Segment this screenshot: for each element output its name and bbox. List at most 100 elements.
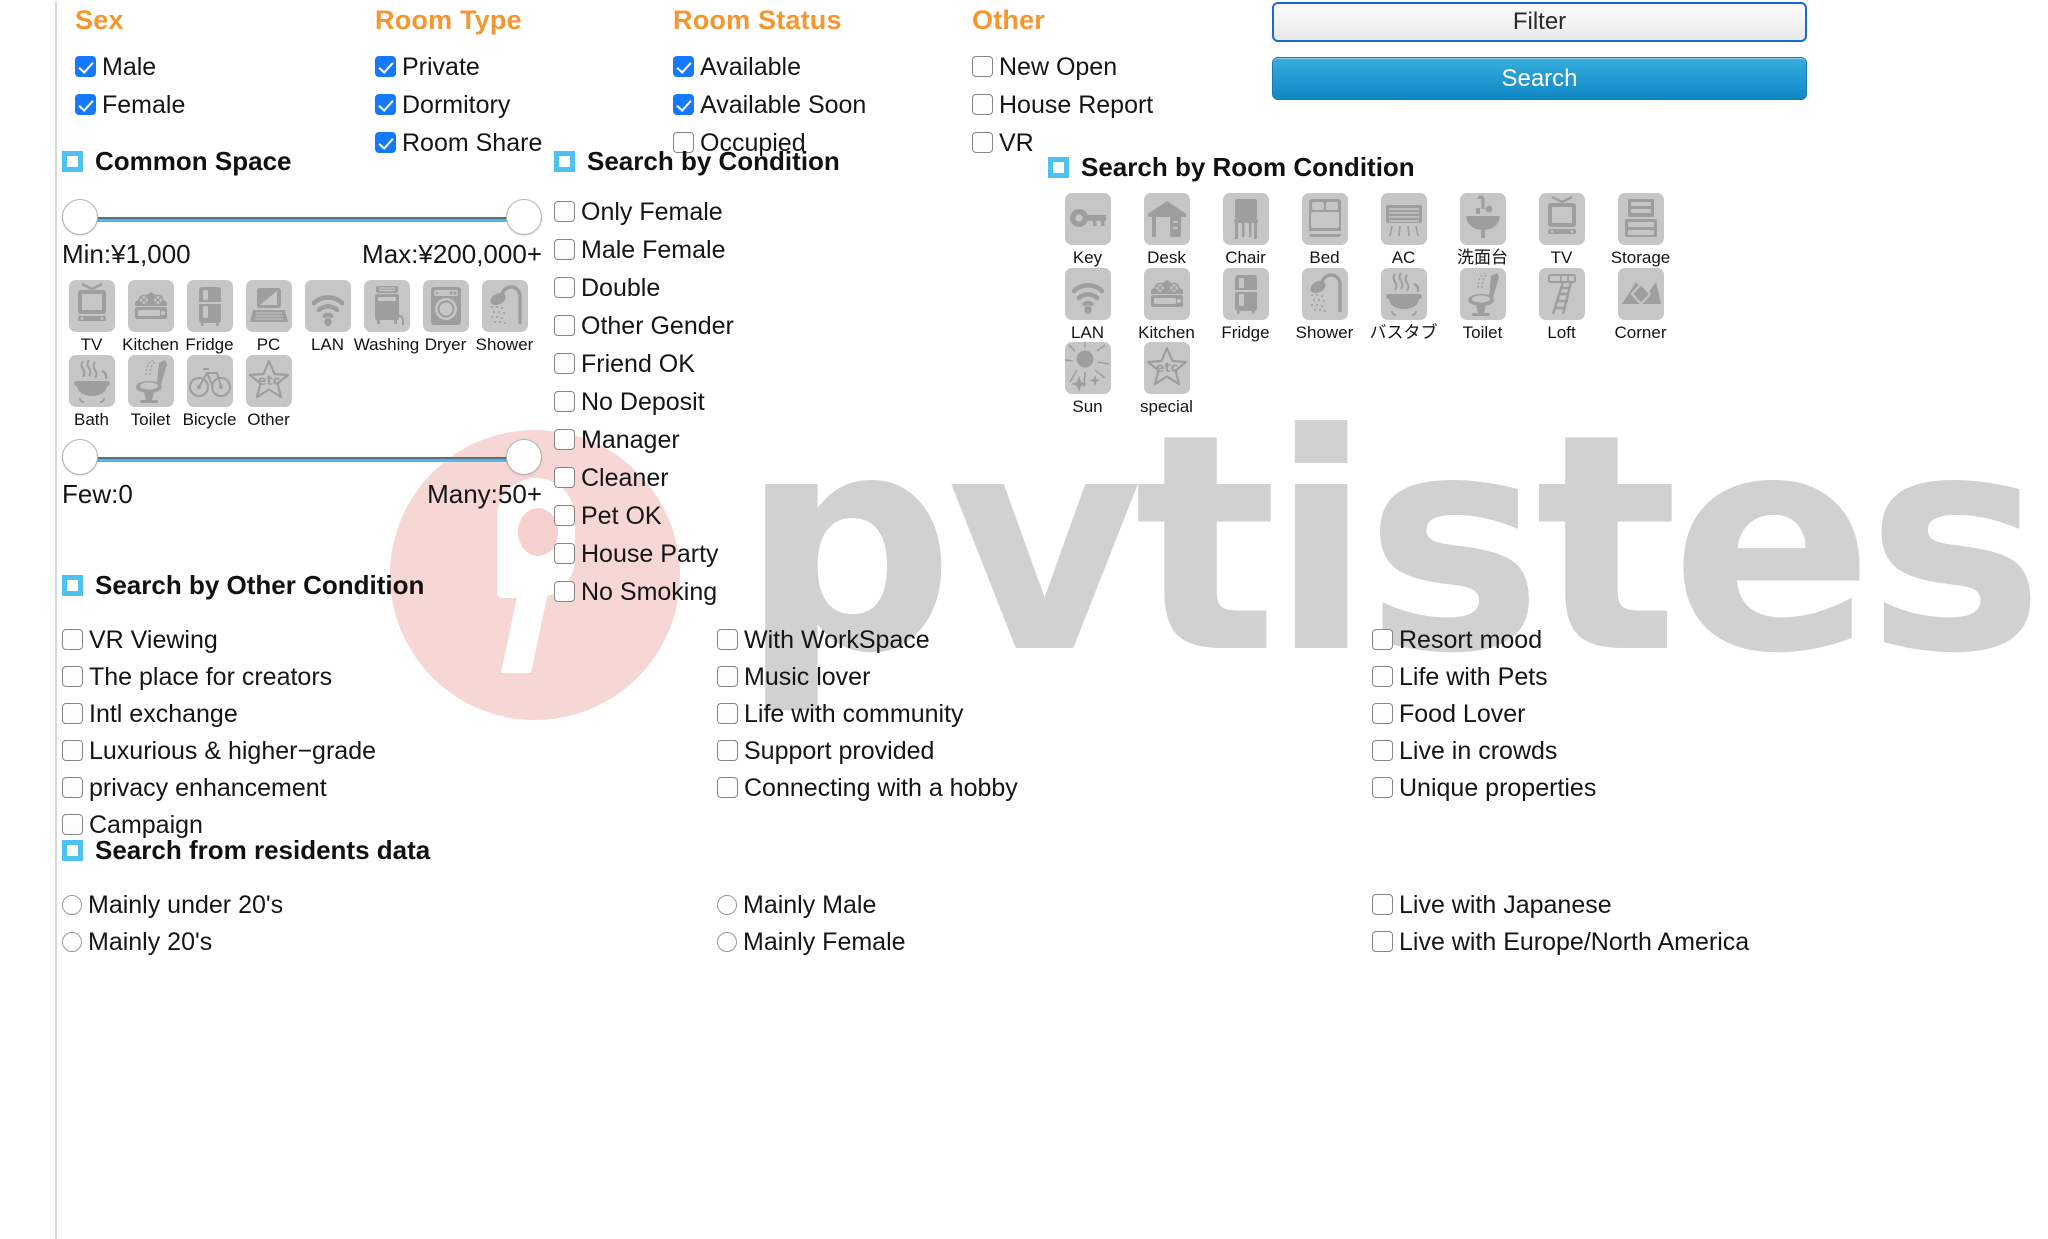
checkbox-box[interactable] [554, 543, 575, 564]
checkbox-box[interactable] [717, 777, 738, 798]
slider-knob-max[interactable] [506, 439, 542, 476]
common-space-icon-lan[interactable]: LAN [298, 280, 357, 355]
other-condition-checkbox-intl-exchange[interactable]: Intl exchange [62, 701, 717, 727]
checkbox-box[interactable] [554, 315, 575, 336]
condition-checkbox-double[interactable]: Double [554, 275, 924, 301]
checkbox-box[interactable] [75, 94, 96, 115]
checkbox-private[interactable]: Private [375, 54, 542, 80]
radio-button[interactable] [717, 894, 737, 915]
other-condition-checkbox-support-provided[interactable]: Support provided [717, 738, 1372, 764]
condition-checkbox-no-deposit[interactable]: No Deposit [554, 389, 924, 415]
room-condition-icon-sun[interactable]: Sun [1048, 342, 1127, 417]
room-condition-icon-aircon[interactable]: AC [1364, 193, 1443, 268]
checkbox-box[interactable] [375, 56, 396, 77]
common-space-icon-toilet[interactable]: Toilet [121, 354, 180, 430]
checkbox-box[interactable] [554, 353, 575, 374]
other-condition-checkbox-unique-properties[interactable]: Unique properties [1372, 775, 2012, 801]
checkbox-box[interactable] [554, 201, 575, 222]
common-space-icon-bath[interactable]: Bath [62, 354, 121, 430]
condition-checkbox-pet-ok[interactable]: Pet OK [554, 503, 924, 529]
room-condition-icon-kitchen[interactable]: Kitchen [1127, 267, 1206, 343]
slider-knob-min[interactable] [62, 199, 98, 235]
other-condition-checkbox-life-with-community[interactable]: Life with community [717, 701, 1372, 727]
room-condition-icon-corner[interactable]: Corner [1601, 267, 1680, 343]
checkbox-box[interactable] [1372, 777, 1393, 798]
room-condition-icon-bath[interactable]: バスタブ [1364, 267, 1443, 343]
common-space-icon-kitchen[interactable]: Kitchen [121, 280, 180, 355]
common-space-icon-dryer[interactable]: Dryer [416, 280, 475, 355]
condition-checkbox-manager[interactable]: Manager [554, 427, 924, 453]
checkbox-box[interactable] [1372, 666, 1393, 687]
price-range-slider[interactable] [62, 199, 542, 237]
checkbox-male[interactable]: Male [75, 54, 185, 80]
room-condition-icon-wifi[interactable]: LAN [1048, 267, 1127, 343]
checkbox-box[interactable] [673, 94, 694, 115]
checkbox-box[interactable] [717, 629, 738, 650]
slider-knob-min[interactable] [62, 439, 98, 476]
room-condition-icon-key[interactable]: Key [1048, 193, 1127, 268]
other-condition-checkbox-luxurious-higher-grade[interactable]: Luxurious & higher−grade [62, 738, 717, 764]
radio-button[interactable] [62, 894, 82, 915]
checkbox-box[interactable] [62, 777, 83, 798]
room-condition-icon-etc[interactable]: etc special [1127, 342, 1206, 417]
other-condition-checkbox-resort-mood[interactable]: Resort mood [1372, 627, 2012, 653]
checkbox-box[interactable] [375, 94, 396, 115]
common-space-icon-fridge[interactable]: Fridge [180, 280, 239, 355]
checkbox-female[interactable]: Female [75, 92, 185, 118]
common-space-icon-other[interactable]: etc Other [239, 354, 298, 430]
room-condition-icon-storage[interactable]: Storage [1601, 193, 1680, 268]
other-condition-checkbox-vr-viewing[interactable]: VR Viewing [62, 627, 717, 653]
checkbox-box[interactable] [554, 467, 575, 488]
checkbox-box[interactable] [554, 239, 575, 260]
room-condition-icon-toilet[interactable]: Toilet [1443, 267, 1522, 343]
checkbox-box[interactable] [62, 629, 83, 650]
checkbox-box[interactable] [1372, 740, 1393, 761]
checkbox-box[interactable] [75, 56, 96, 77]
checkbox-box[interactable] [554, 277, 575, 298]
other-condition-checkbox-with-workspace[interactable]: With WorkSpace [717, 627, 1372, 653]
residents-radio-mainly-under-20-s[interactable]: Mainly under 20's [62, 892, 717, 918]
condition-checkbox-only-female[interactable]: Only Female [554, 199, 924, 225]
room-condition-icon-shower[interactable]: Shower [1285, 267, 1364, 343]
radio-button[interactable] [62, 931, 82, 952]
checkbox-box[interactable] [1372, 703, 1393, 724]
checkbox-box[interactable] [554, 429, 575, 450]
room-condition-icon-tv[interactable]: TV [1522, 193, 1601, 268]
checkbox-available-soon[interactable]: Available Soon [673, 92, 866, 118]
other-condition-checkbox-campaign[interactable]: Campaign [62, 812, 717, 838]
checkbox-box[interactable] [62, 666, 83, 687]
resident-count-slider[interactable] [62, 439, 542, 477]
condition-checkbox-cleaner[interactable]: Cleaner [554, 465, 924, 491]
checkbox-box[interactable] [554, 505, 575, 526]
other-condition-checkbox-the-place-for-creators[interactable]: The place for creators [62, 664, 717, 690]
room-condition-icon-washbasin[interactable]: 洗面台 [1443, 193, 1522, 268]
checkbox-box[interactable] [62, 703, 83, 724]
room-condition-icon-fridge[interactable]: Fridge [1206, 267, 1285, 343]
radio-button[interactable] [717, 931, 737, 952]
checkbox-box[interactable] [1372, 629, 1393, 650]
checkbox-box[interactable] [972, 56, 993, 77]
other-condition-checkbox-connecting-with-a-hobby[interactable]: Connecting with a hobby [717, 775, 1372, 801]
condition-checkbox-house-party[interactable]: House Party [554, 541, 924, 567]
other-condition-checkbox-privacy-enhancement[interactable]: privacy enhancement [62, 775, 717, 801]
room-condition-icon-bed[interactable]: Bed [1285, 193, 1364, 268]
residents-radio-mainly-20-s[interactable]: Mainly 20's [62, 929, 717, 955]
room-condition-icon-loft[interactable]: Loft [1522, 267, 1601, 343]
other-condition-checkbox-food-lover[interactable]: Food Lover [1372, 701, 2012, 727]
checkbox-box[interactable] [673, 56, 694, 77]
condition-checkbox-other-gender[interactable]: Other Gender [554, 313, 924, 339]
slider-knob-max[interactable] [506, 199, 542, 235]
common-space-icon-shower[interactable]: Shower [475, 280, 534, 355]
filter-button[interactable]: Filter [1272, 2, 1807, 42]
checkbox-new-open[interactable]: New Open [972, 54, 1153, 80]
room-condition-icon-desk[interactable]: Desk [1127, 193, 1206, 268]
other-condition-checkbox-life-with-pets[interactable]: Life with Pets [1372, 664, 2012, 690]
checkbox-house-report[interactable]: House Report [972, 92, 1153, 118]
other-condition-checkbox-music-lover[interactable]: Music lover [717, 664, 1372, 690]
checkbox-box[interactable] [717, 740, 738, 761]
residents-radio-mainly-male[interactable]: Mainly Male [717, 892, 1372, 918]
common-space-icon-bicycle[interactable]: Bicycle [180, 354, 239, 430]
checkbox-box[interactable] [62, 740, 83, 761]
checkbox-box[interactable] [554, 391, 575, 412]
checkbox-box[interactable] [717, 703, 738, 724]
